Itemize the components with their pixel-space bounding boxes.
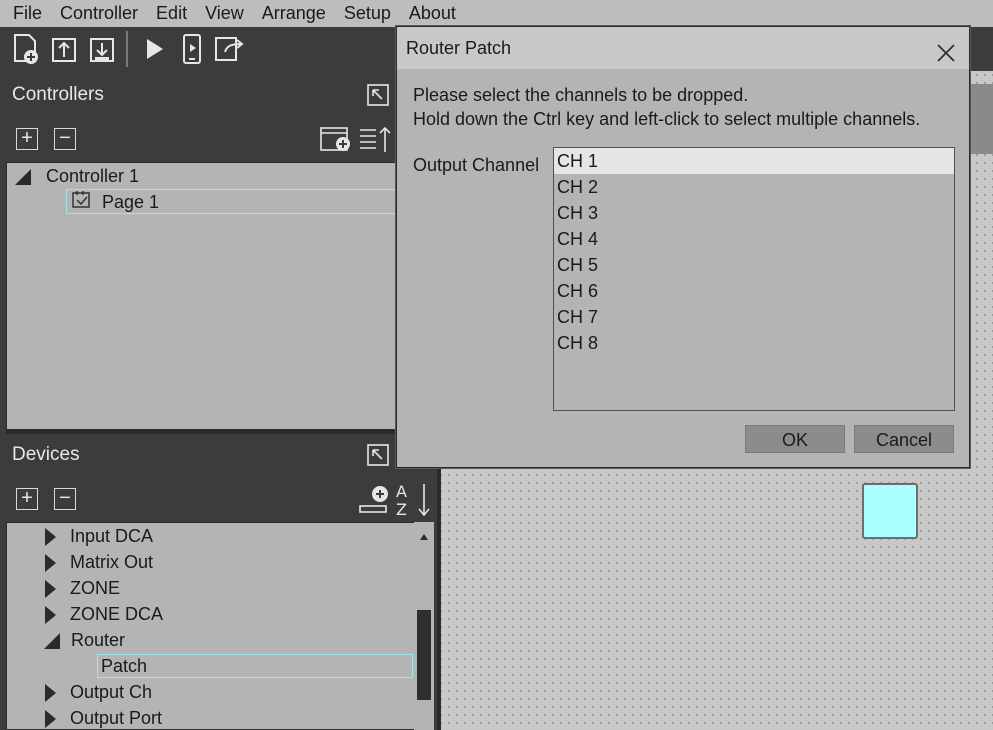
devices-panel-title: Devices (12, 444, 80, 465)
add-controller-button[interactable]: + (16, 128, 38, 150)
new-project-icon[interactable] (8, 31, 44, 67)
panel-splitter[interactable] (6, 430, 400, 434)
output-channel-label: Output Channel (413, 155, 540, 175)
device-item-label: Output Port (70, 708, 163, 728)
sort-az-icon[interactable]: AZ (394, 482, 434, 519)
canvas-side-tab[interactable] (968, 84, 993, 154)
device-item-patch[interactable]: Patch (97, 654, 413, 678)
undock-icon[interactable] (366, 443, 390, 467)
devices-toolbar: + − AZ (6, 482, 436, 519)
device-item-zone[interactable]: ZONE (45, 575, 120, 601)
channel-item[interactable]: CH 1 (554, 148, 954, 174)
expand-icon[interactable] (45, 606, 56, 625)
svg-text:A: A (396, 482, 407, 501)
add-device-icon[interactable] (358, 484, 392, 516)
remove-controller-button[interactable]: − (54, 128, 76, 150)
expand-icon[interactable] (45, 580, 56, 599)
channel-item[interactable]: CH 4 (554, 226, 954, 252)
collapse-icon[interactable] (15, 169, 31, 186)
collapse-icon[interactable] (44, 633, 60, 650)
controllers-panel-title: Controllers (12, 84, 104, 105)
device-item-output-port[interactable]: Output Port (45, 705, 163, 729)
channel-item[interactable]: CH 3 (554, 200, 954, 226)
expand-icon[interactable] (45, 528, 56, 547)
dialog-titlebar[interactable]: Router Patch (397, 27, 969, 69)
device-item-label: Output Ch (70, 682, 153, 702)
channel-item[interactable]: CH 6 (554, 278, 954, 304)
menu-setup[interactable]: Setup (338, 3, 397, 24)
device-item-router[interactable]: Router (44, 627, 125, 653)
scroll-up-icon[interactable] (420, 534, 428, 540)
menu-bar: File Controller Edit View Arrange Setup … (0, 0, 993, 27)
expand-icon[interactable] (45, 710, 56, 729)
save-icon[interactable] (84, 31, 120, 67)
page-label: Page 1 (102, 191, 160, 212)
controller-label: Controller 1 (46, 166, 140, 186)
device-item-label: ZONE (70, 578, 121, 598)
channel-item[interactable]: CH 8 (554, 330, 954, 356)
expand-icon[interactable] (45, 684, 56, 703)
menu-arrange[interactable]: Arrange (256, 3, 332, 24)
device-item-label: Patch (101, 656, 148, 676)
play-icon[interactable] (136, 31, 172, 67)
router-patch-dialog: Router Patch Please select the channels … (396, 26, 970, 468)
expand-icon[interactable] (45, 554, 56, 573)
tree-row-page[interactable]: Page 1 (66, 189, 399, 216)
controllers-tree: Controller 1 Page 1 (6, 162, 400, 430)
undock-icon[interactable] (366, 83, 390, 107)
menu-view[interactable]: View (199, 3, 250, 24)
svg-text:Z: Z (396, 500, 407, 518)
main-toolbar (0, 27, 400, 71)
ok-button[interactable]: OK (745, 425, 845, 453)
devices-scrollbar[interactable] (414, 522, 434, 730)
device-item-label: Router (71, 630, 126, 650)
menu-file[interactable]: File (7, 3, 48, 24)
menu-edit[interactable]: Edit (150, 3, 193, 24)
channel-item[interactable]: CH 7 (554, 304, 954, 330)
device-item-input-dca[interactable]: Input DCA (45, 523, 153, 549)
toolbar-separator (126, 31, 128, 67)
remove-device-button[interactable]: − (54, 488, 76, 510)
channel-item[interactable]: CH 5 (554, 252, 954, 278)
controllers-toolbar: + − (6, 122, 400, 158)
device-item-label: ZONE DCA (70, 604, 164, 624)
add-device-button[interactable]: + (16, 488, 38, 510)
dialog-message-line2: Hold down the Ctrl key and left-click to… (413, 109, 921, 129)
tree-row-controller[interactable]: Controller 1 (15, 163, 139, 189)
add-page-icon[interactable] (319, 124, 353, 154)
sort-list-icon[interactable] (358, 124, 392, 154)
device-item-label: Input DCA (70, 526, 154, 546)
device-item-label: Matrix Out (70, 552, 154, 572)
devices-panel-header: Devices (6, 435, 400, 475)
upload-icon[interactable] (46, 31, 82, 67)
channel-item[interactable]: CH 2 (554, 174, 954, 200)
devices-tree: Input DCA Matrix Out ZONE ZONE DCA Route… (6, 522, 416, 730)
device-item-matrix-out[interactable]: Matrix Out (45, 549, 153, 575)
dialog-title: Router Patch (406, 38, 512, 58)
page-icon (71, 190, 93, 216)
export-icon[interactable] (212, 31, 248, 67)
output-channel-list[interactable]: CH 1 CH 2 CH 3 CH 4 CH 5 CH 6 CH 7 CH 8 (553, 147, 955, 411)
controllers-panel-header: Controllers (6, 75, 400, 115)
device-sync-icon[interactable] (174, 31, 210, 67)
device-item-zone-dca[interactable]: ZONE DCA (45, 601, 163, 627)
close-icon[interactable] (935, 37, 957, 62)
cancel-button[interactable]: Cancel (854, 425, 954, 453)
menu-controller[interactable]: Controller (54, 3, 144, 24)
device-item-output-ch[interactable]: Output Ch (45, 679, 152, 705)
menu-about[interactable]: About (403, 3, 462, 24)
scroll-thumb[interactable] (417, 610, 431, 700)
canvas-widget[interactable] (862, 483, 918, 539)
dialog-message-line1: Please select the channels to be dropped… (413, 85, 749, 105)
